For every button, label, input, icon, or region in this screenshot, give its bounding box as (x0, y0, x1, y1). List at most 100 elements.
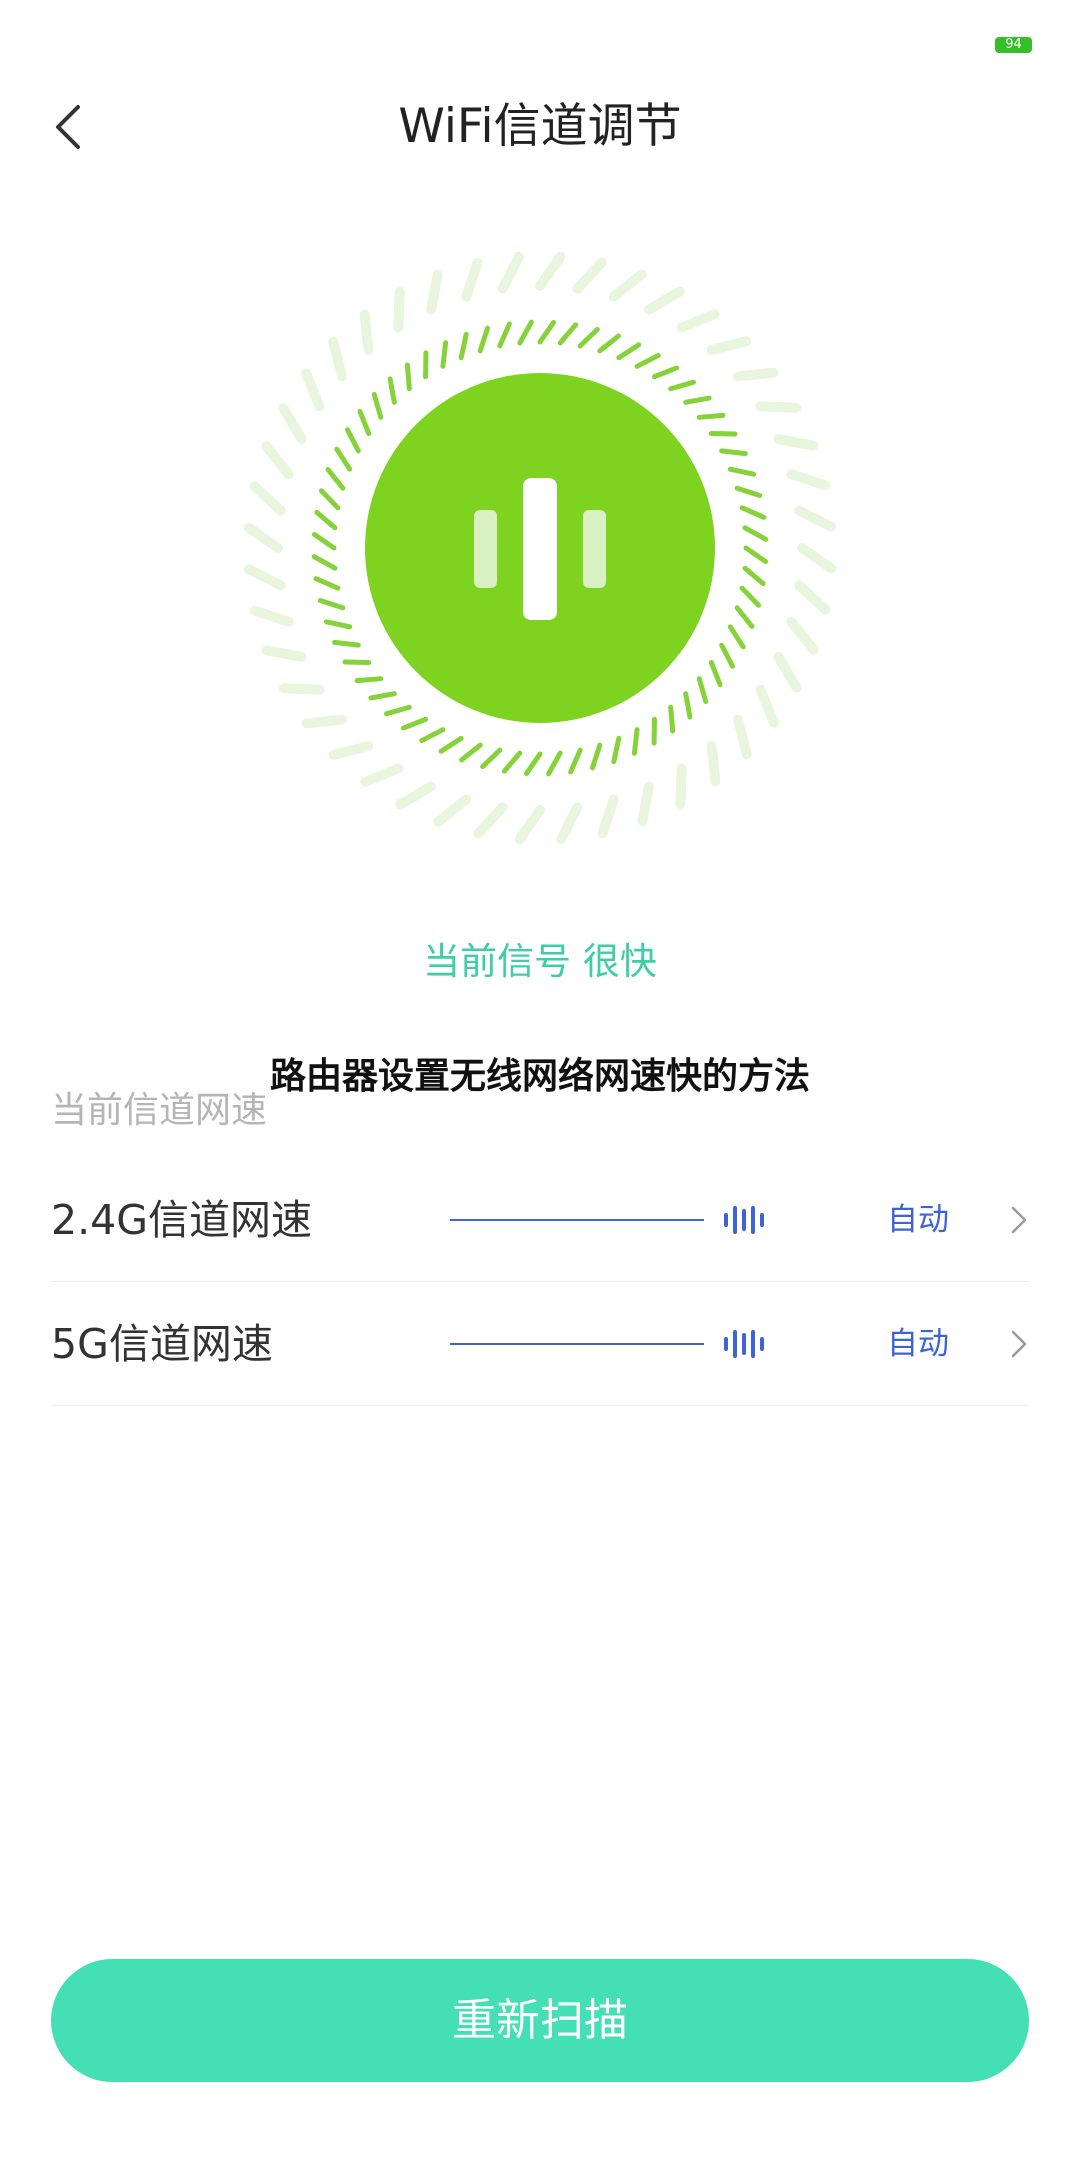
outer-ring-dash (572, 257, 607, 294)
outer-ring-dash (597, 794, 619, 839)
chevron-right-icon (1011, 1206, 1027, 1234)
outer-ring-dash (773, 434, 819, 451)
inner-ring-dash (323, 619, 353, 630)
section-label: 当前信道网速 (51, 1090, 268, 1131)
outer-ring-dash (243, 564, 286, 591)
inner-ring-dash (568, 747, 583, 775)
inner-ring-dash (404, 362, 412, 392)
outer-ring-dash (556, 802, 583, 845)
inner-ring-dash (742, 565, 766, 587)
inner-ring-dash (501, 750, 523, 774)
outer-ring-dash (535, 251, 566, 291)
inner-ring-dash (719, 642, 736, 669)
outer-ring-dash (426, 269, 443, 315)
inner-ring-dash (458, 331, 469, 361)
outer-ring-dash (243, 522, 283, 553)
inner-ring-dash (523, 751, 543, 777)
inner-ring-dash (739, 505, 767, 520)
inner-ring-dash (616, 342, 642, 361)
outer-ring-dash (497, 251, 524, 294)
outer-ring-dash (278, 403, 307, 445)
inner-ring-dash (419, 727, 446, 744)
inner-ring-dash (577, 326, 600, 349)
outer-ring-dash (794, 505, 837, 532)
inner-ring-dash (387, 376, 397, 405)
outer-ring-dash (755, 401, 802, 413)
inner-ring-dash (497, 321, 512, 349)
inner-ring-dash (683, 691, 693, 720)
inner-ring-dash (557, 322, 579, 346)
outer-ring-dash (433, 794, 472, 827)
sound-wave-icon (724, 1330, 764, 1358)
outer-ring-dash (706, 336, 752, 355)
outer-ring-dash (676, 309, 720, 333)
inner-ring-dash (368, 691, 397, 701)
chevron-right-icon (1011, 1330, 1027, 1358)
inner-ring-dash (734, 605, 755, 629)
signal-status-text: 当前信号 很快 (423, 940, 657, 983)
outer-ring-dash (608, 269, 647, 302)
battery-level-badge: 94 (995, 37, 1032, 53)
outer-ring-dash (261, 645, 307, 662)
outer-ring-dash (637, 781, 654, 827)
outer-ring-dash (794, 580, 831, 615)
outer-ring-dash (643, 286, 685, 315)
signal-bar-right (583, 510, 606, 588)
outer-ring-dash (675, 763, 687, 810)
inner-ring-dash (354, 676, 384, 684)
outer-ring-dash (733, 714, 752, 760)
outer-ring-dash (328, 741, 374, 760)
inner-ring-dash (400, 716, 429, 731)
inner-ring-dash (314, 509, 338, 531)
rescan-button[interactable]: 重新扫描 (51, 1959, 1029, 2082)
outer-ring-dash (395, 781, 437, 810)
inner-ring-dash (696, 412, 726, 420)
outer-ring-dash (393, 286, 405, 333)
signal-bar-left (474, 510, 497, 588)
inner-ring-dash (611, 735, 622, 765)
inner-ring-dash (597, 333, 621, 354)
signal-ring-svg (243, 251, 837, 845)
outer-ring-dash (249, 605, 294, 627)
outer-ring-dash (473, 802, 508, 839)
channel-row-name: 2.4G信道网速 (51, 1196, 312, 1244)
outer-ring-dash (786, 469, 831, 491)
inner-ring-dash (739, 585, 762, 608)
inner-ring-dash (537, 319, 557, 345)
inner-ring-dash (480, 747, 503, 770)
inner-ring-dash (590, 742, 603, 771)
outer-ring-dash (733, 367, 779, 382)
outer-ring-dash (328, 336, 347, 382)
inner-ring-dash (313, 576, 341, 591)
outer-ring-dash (360, 763, 404, 787)
outer-ring-dash (461, 257, 483, 302)
outer-ring-dash (359, 309, 374, 355)
inner-ring-dash (651, 365, 680, 380)
channel-row-5g[interactable]: 5G信道网速 自动 (51, 1282, 1029, 1406)
page-title: WiFi信道调节 (398, 99, 682, 154)
outer-ring-dash (278, 683, 325, 695)
inner-ring-dash (734, 485, 763, 498)
inner-ring-dash (383, 704, 412, 717)
outer-ring-dash (301, 368, 325, 412)
channel-speed-line (450, 1343, 704, 1345)
inner-ring-dash (727, 624, 746, 650)
channel-row-2-4g[interactable]: 2.4G信道网速 自动 (51, 1158, 1029, 1282)
inner-ring-dash (668, 704, 676, 734)
inner-ring-dash (727, 466, 757, 477)
outer-ring-dash (797, 543, 837, 574)
inner-ring-dash (459, 742, 483, 763)
inner-ring-dash (631, 727, 640, 756)
inner-ring-dash (334, 446, 353, 472)
outer-ring-dash (301, 714, 347, 729)
inner-ring-dash (708, 659, 723, 688)
sound-wave-icon (724, 1206, 764, 1234)
inner-ring-dash (440, 340, 449, 369)
outer-ring-dash (755, 684, 779, 728)
inner-ring-dash (318, 488, 341, 511)
inner-ring-dash (371, 391, 384, 420)
inner-ring-dash (743, 545, 769, 565)
channel-mode-value: 自动 (887, 1326, 949, 1362)
inner-ring-dash (683, 395, 712, 405)
inner-ring-dash (477, 325, 490, 354)
